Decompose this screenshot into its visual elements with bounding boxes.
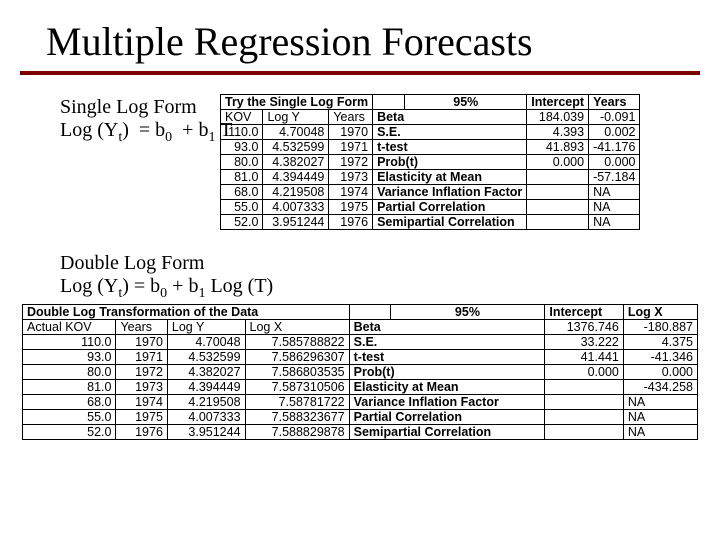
double-log-line2: Log (Yt) = b0 + b1 Log (T) <box>30 275 273 302</box>
page-title: Multiple Regression Forecasts <box>0 0 720 71</box>
slide: Multiple Regression Forecasts Single Log… <box>0 0 720 540</box>
double-log-line1: Double Log Form <box>30 252 273 275</box>
single-log-table: Try the Single Log Form95%InterceptYears… <box>220 94 640 230</box>
single-log-table-wrap: Try the Single Log Form95%InterceptYears… <box>220 94 640 230</box>
single-log-heading: Single Log Form Log (Yt) = b0 + b1 T <box>30 96 232 146</box>
double-log-heading: Double Log Form Log (Yt) = b0 + b1 Log (… <box>30 252 273 302</box>
single-log-line1: Single Log Form <box>30 96 232 119</box>
double-log-table-wrap: Double Log Transformation of the Data95%… <box>22 304 698 440</box>
double-log-table: Double Log Transformation of the Data95%… <box>22 304 698 440</box>
title-divider <box>20 71 700 75</box>
single-log-line2: Log (Yt) = b0 + b1 T <box>30 119 232 146</box>
